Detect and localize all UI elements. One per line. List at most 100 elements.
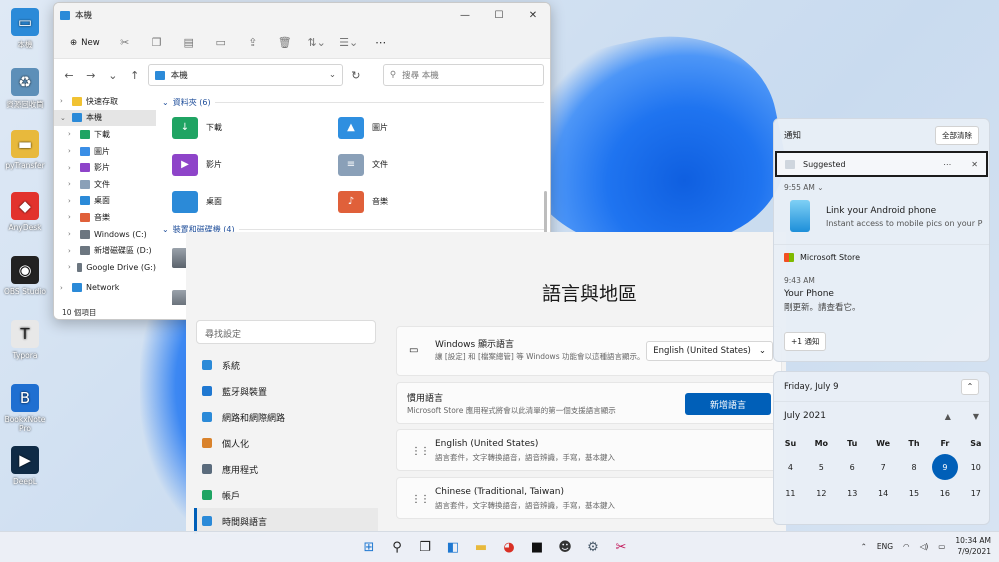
nav-item[interactable]: › 音樂 (54, 209, 156, 226)
settings-icon[interactable]: ⚙ (582, 536, 604, 558)
chevron-down-icon[interactable]: ⌄ (329, 70, 336, 80)
nav-item[interactable]: › 新增磁碟區 (D:) (54, 242, 156, 259)
expand-icon[interactable]: › (68, 197, 76, 205)
close-button[interactable]: ✕ (516, 10, 550, 21)
calendar-day[interactable]: 16 (929, 481, 960, 508)
next-month-icon[interactable]: ▼ (973, 412, 979, 421)
desktop-icon[interactable]: ♻ 資源回收筒 (2, 68, 48, 110)
nav-item[interactable]: › 快速存取 (54, 93, 156, 110)
folder-tile[interactable]: 桌面 (172, 187, 338, 216)
search-icon[interactable]: ⚲ (386, 536, 408, 558)
calendar-day[interactable]: 4 (775, 454, 806, 481)
calendar-day[interactable]: 14 (868, 481, 899, 508)
delete-icon[interactable]: 🗑 (272, 32, 298, 54)
desktop-icon[interactable]: ◆ AnyDesk (2, 192, 48, 232)
chevron-up-icon[interactable]: ⌃ (961, 378, 979, 395)
expand-icon[interactable]: › (60, 97, 68, 105)
battery-icon[interactable]: ▭ (938, 542, 945, 551)
settings-nav-item[interactable]: 應用程式 (194, 456, 378, 482)
up-icon[interactable]: ↑ (126, 69, 144, 82)
clear-all-button[interactable]: 全部清除 (935, 125, 979, 145)
expand-icon[interactable]: › (68, 230, 76, 238)
expand-icon[interactable]: › (68, 130, 76, 138)
more-notifications-button[interactable]: +1 通知 (784, 332, 827, 351)
chevron-down-icon[interactable]: ⌄ (817, 183, 823, 192)
settings-nav-item[interactable]: 網路和網際網路 (194, 404, 378, 430)
folder-tile[interactable]: ↓ 下載 (172, 113, 338, 142)
notification-card[interactable]: Link your Android phone Instant access t… (774, 192, 989, 244)
calendar-day[interactable]: 8 (899, 454, 930, 481)
expand-icon[interactable]: › (68, 180, 76, 188)
chevron-down-icon[interactable]: ⌄ (104, 69, 122, 82)
calendar-day[interactable]: 9 (929, 454, 960, 481)
share-icon[interactable]: ⇪ (240, 32, 266, 54)
file-explorer-icon[interactable]: ▬ (470, 536, 492, 558)
settings-nav-item[interactable]: 系統 (194, 352, 378, 378)
nav-item[interactable]: › 圖片 (54, 143, 156, 160)
nav-item[interactable]: › Google Drive (G:) (54, 259, 156, 276)
expand-icon[interactable]: › (68, 263, 73, 271)
volume-icon[interactable]: ◁) (920, 542, 929, 551)
address-bar[interactable]: 本機 ⌄ (147, 64, 343, 86)
nav-item[interactable]: › Windows (C:) (54, 226, 156, 243)
widgets-icon[interactable]: ◧ (442, 536, 464, 558)
calendar-day[interactable]: 11 (775, 481, 806, 508)
settings-window[interactable]: 語言與地區 尋找設定 系統 藍牙與裝置 網路和網際網路 個人化 應用程式 帳戶 時間與語言 … (186, 232, 786, 534)
chrome-icon[interactable]: ◕ (498, 536, 520, 558)
expand-icon[interactable]: › (68, 247, 76, 255)
pycharm-icon[interactable]: ■ (526, 536, 548, 558)
settings-nav-item[interactable]: 帳戶 (194, 482, 378, 508)
language-row[interactable]: ⋮⋮ English (United States) 語言套件，文字轉換語音，語… (396, 429, 782, 471)
new-button[interactable]: ⊕ New (64, 32, 106, 54)
app-group-header[interactable]: Microsoft Store (774, 244, 989, 270)
desktop-icon[interactable]: B BookxNote Pro (2, 384, 48, 433)
nav-item[interactable]: › 文件 (54, 176, 156, 193)
nav-item[interactable]: › 影片 (54, 159, 156, 176)
desktop-icon[interactable]: ◉ OBS Studio (2, 256, 48, 296)
previous-month-icon[interactable]: ▲ (945, 412, 951, 421)
folder-tile[interactable]: ♪ 音樂 (338, 187, 504, 216)
minimize-button[interactable]: — (448, 10, 482, 21)
wifi-icon[interactable]: ◠ (903, 542, 910, 551)
desktop-icon[interactable]: ▬ pyTransfer (2, 130, 48, 170)
calendar-day[interactable]: 17 (960, 481, 991, 508)
calendar-day[interactable]: 10 (960, 454, 991, 481)
calendar-day[interactable]: 6 (837, 454, 868, 481)
suggested-header[interactable]: Suggested ⋯ ✕ (775, 151, 988, 177)
folder-tile[interactable]: ▶ 影片 (172, 150, 338, 179)
desktop-icon[interactable]: T Typora (2, 320, 48, 360)
search-input[interactable]: ⚲ 搜尋 本機 (382, 64, 544, 86)
nav-item[interactable]: › Network (54, 280, 156, 297)
calendar-day[interactable]: 12 (806, 481, 837, 508)
drag-handle-icon[interactable]: ⋮⋮ (411, 494, 430, 505)
display-language-select[interactable]: English (United States) ⌄ (646, 341, 773, 361)
nav-item[interactable]: ⌄ 本機 (54, 109, 156, 127)
calendar-day[interactable]: 15 (899, 481, 930, 508)
input-language[interactable]: ENG (877, 542, 893, 551)
expand-icon[interactable]: ⌄ (60, 114, 68, 122)
start-icon[interactable]: ⊞ (358, 536, 380, 558)
desktop-icon[interactable]: ▭ 本機 (2, 8, 48, 50)
settings-search-input[interactable]: 尋找設定 (196, 320, 376, 344)
close-icon[interactable]: ✕ (971, 160, 978, 169)
chevron-up-icon[interactable]: ⌃ (861, 542, 867, 551)
settings-nav-item[interactable]: 個人化 (194, 430, 378, 456)
calendar-day[interactable]: 7 (868, 454, 899, 481)
expand-icon[interactable]: › (68, 147, 76, 155)
snip-tool-icon[interactable]: ✂ (610, 536, 632, 558)
alien-app-icon[interactable]: ☻ (554, 536, 576, 558)
cut-icon[interactable]: ✂ (112, 32, 138, 54)
clock[interactable]: 10:34 AM 7/9/2021 (955, 535, 991, 557)
task-view-icon[interactable]: ❐ (414, 536, 436, 558)
expand-icon[interactable]: › (68, 164, 76, 172)
more-options-icon[interactable]: ⋯ (368, 32, 394, 54)
folder-tile[interactable]: ≡ 文件 (338, 150, 504, 179)
folders-group-header[interactable]: ⌄ 資料夾 (6) (162, 95, 544, 109)
language-row[interactable]: ⋮⋮ Chinese (Traditional, Taiwan) 語言套件，文字… (396, 477, 782, 519)
back-icon[interactable]: ← (60, 69, 78, 82)
rename-icon[interactable]: ▭ (208, 32, 234, 54)
refresh-icon[interactable]: ↻ (347, 69, 365, 82)
view-icon[interactable]: ☰⌄ (336, 32, 362, 54)
expand-icon[interactable]: › (68, 213, 76, 221)
add-language-button[interactable]: 新增語言 (685, 393, 771, 415)
